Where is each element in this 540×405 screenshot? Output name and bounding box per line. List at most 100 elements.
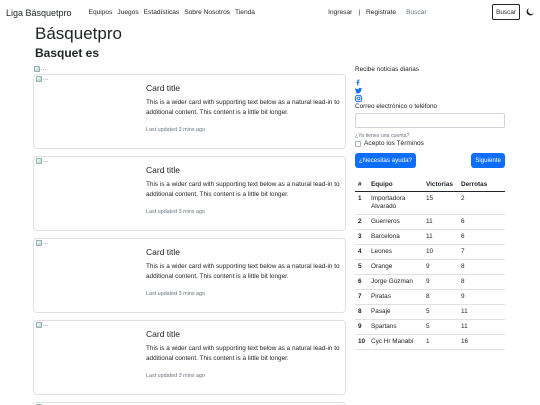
team-losses: 9	[458, 289, 505, 305]
team-position: 4	[355, 244, 368, 260]
team-wins: 5	[423, 319, 458, 335]
card-body: Card title This is a wider card with sup…	[146, 83, 341, 133]
card: ... Card title This is a wider card with…	[33, 74, 346, 149]
account-question[interactable]: ¿Ya tienes una cuenta?	[355, 133, 505, 139]
team-losses: 6	[458, 229, 505, 245]
team-name: Spartans	[368, 319, 423, 335]
table-row: 2 Guerreros 11 6	[355, 214, 505, 230]
team-position: 1	[355, 191, 368, 215]
page-subtitle: Basquet es	[35, 46, 100, 60]
brand-link[interactable]: Liga Básquetpro	[6, 8, 72, 18]
broken-image-icon	[36, 158, 42, 164]
search-button[interactable]: Buscar	[492, 4, 520, 20]
nav-link-equipos[interactable]: Equipos	[89, 9, 113, 16]
instagram-icon[interactable]	[355, 95, 505, 102]
team-position: 3	[355, 229, 368, 245]
newsletter-label: Recibe noticias diarias	[355, 66, 419, 73]
card-updated: Last updated 3 mins ago	[146, 209, 206, 216]
card: ... Card title This is a wider card with…	[33, 320, 346, 395]
terms-checkbox-row[interactable]: Acepto los Términos	[355, 140, 505, 147]
standings-table: # Equipo Victorias Derrotas 1 Importador…	[355, 178, 505, 350]
table-row: 10 Cyc Hr Manabí 1 16	[355, 334, 505, 350]
nav-links: Equipos Juegos Estadísticas Sobre Nosotr…	[89, 9, 255, 16]
card-image-alt: ...	[43, 240, 49, 246]
nav-link-estadisticas[interactable]: Estadísticas	[144, 9, 180, 16]
facebook-icon[interactable]	[355, 79, 505, 86]
nav-link-juegos[interactable]: Juegos	[117, 9, 138, 16]
broken-image-icon	[36, 76, 42, 82]
twitter-icon[interactable]	[355, 87, 505, 94]
terms-label: Acepto los Términos	[364, 140, 424, 147]
nav-link-tienda[interactable]: Tienda	[235, 9, 255, 16]
table-row: 5 Orange 9 8	[355, 259, 505, 275]
moon-icon[interactable]	[526, 8, 534, 16]
card-text: This is a wider card with supporting tex…	[146, 99, 340, 116]
team-name: Orange	[368, 259, 423, 275]
table-row: 8 Pasaje 5 11	[355, 304, 505, 320]
card-text: This is a wider card with supporting tex…	[146, 181, 340, 198]
team-name: Importadora Alvarado	[368, 191, 423, 215]
table-row: 4 Leones 10 7	[355, 244, 505, 260]
team-wins: 9	[423, 274, 458, 290]
email-label: Correo electrónico o teléfono	[355, 103, 438, 110]
header-wins: Victorias	[423, 178, 458, 192]
team-name: Cyc Hr Manabí	[368, 334, 423, 350]
team-wins: 9	[423, 259, 458, 275]
table-header-row: # Equipo Victorias Derrotas	[355, 178, 505, 192]
broken-image-icon	[36, 240, 42, 246]
next-button[interactable]: Siguiente	[471, 153, 505, 168]
card-image: ...	[36, 76, 48, 82]
team-position: 6	[355, 274, 368, 290]
team-wins: 5	[423, 304, 458, 320]
table-row: 3 Barcelona 11 6	[355, 229, 505, 245]
nav-link-sobre-nosotros[interactable]: Sobre Nosotros	[184, 9, 230, 16]
table-row: 1 Importadora Alvarado 15 2	[355, 191, 505, 215]
team-name: Jorge Gúzman	[368, 274, 423, 290]
team-name: Leones	[368, 244, 423, 260]
header-losses: Derrotas	[458, 178, 505, 192]
help-button[interactable]: ¿Necesitas ayuda?	[355, 153, 416, 168]
team-losses: 16	[458, 334, 505, 350]
card-title: Card title	[146, 247, 181, 257]
banner-image: ...	[34, 66, 46, 72]
nav-right: Ingresar | Registrate Buscar Buscar	[328, 4, 534, 20]
team-losses: 2	[458, 191, 505, 215]
team-losses: 11	[458, 319, 505, 335]
card: ... Card title This is a wider card with…	[33, 156, 346, 231]
card-image: ...	[36, 158, 48, 164]
email-field[interactable]	[355, 113, 505, 128]
header-position: #	[355, 178, 368, 192]
card-list: ... Card title This is a wider card with…	[33, 74, 346, 405]
card-updated: Last updated 3 mins ago	[146, 373, 206, 380]
team-position: 7	[355, 289, 368, 305]
card-updated: Last updated 3 mins ago	[146, 127, 206, 134]
card-title: Card title	[146, 83, 181, 93]
card-text: This is a wider card with supporting tex…	[146, 345, 340, 362]
card-image-alt: ...	[43, 76, 49, 82]
team-position: 10	[355, 334, 368, 350]
broken-image-icon	[34, 66, 40, 72]
header-team: Equipo	[368, 178, 423, 192]
search-input[interactable]: Buscar	[402, 4, 487, 20]
register-link[interactable]: Registrate	[366, 9, 396, 16]
card-image: ...	[36, 322, 48, 328]
team-losses: 6	[458, 214, 505, 230]
team-wins: 11	[423, 214, 458, 230]
sidebar: Recibe noticias diarias Correo electróni…	[355, 66, 505, 350]
button-row: ¿Necesitas ayuda? Siguiente	[355, 153, 505, 169]
terms-checkbox[interactable]	[355, 140, 361, 147]
table-row: 6 Jorge Gúzman 9 8	[355, 274, 505, 290]
team-wins: 1	[423, 334, 458, 350]
team-name: Barcelona	[368, 229, 423, 245]
team-position: 9	[355, 319, 368, 335]
table-row: 7 Piratas 8 9	[355, 289, 505, 305]
page-title: Básquetpro	[35, 24, 122, 43]
team-wins: 15	[423, 191, 458, 215]
card-body: Card title This is a wider card with sup…	[146, 247, 341, 297]
login-link[interactable]: Ingresar	[328, 9, 352, 16]
social-links	[355, 79, 505, 102]
team-losses: 11	[458, 304, 505, 320]
team-losses: 7	[458, 244, 505, 260]
card-updated: Last updated 3 mins ago	[146, 291, 206, 298]
card-text: This is a wider card with supporting tex…	[146, 263, 340, 280]
